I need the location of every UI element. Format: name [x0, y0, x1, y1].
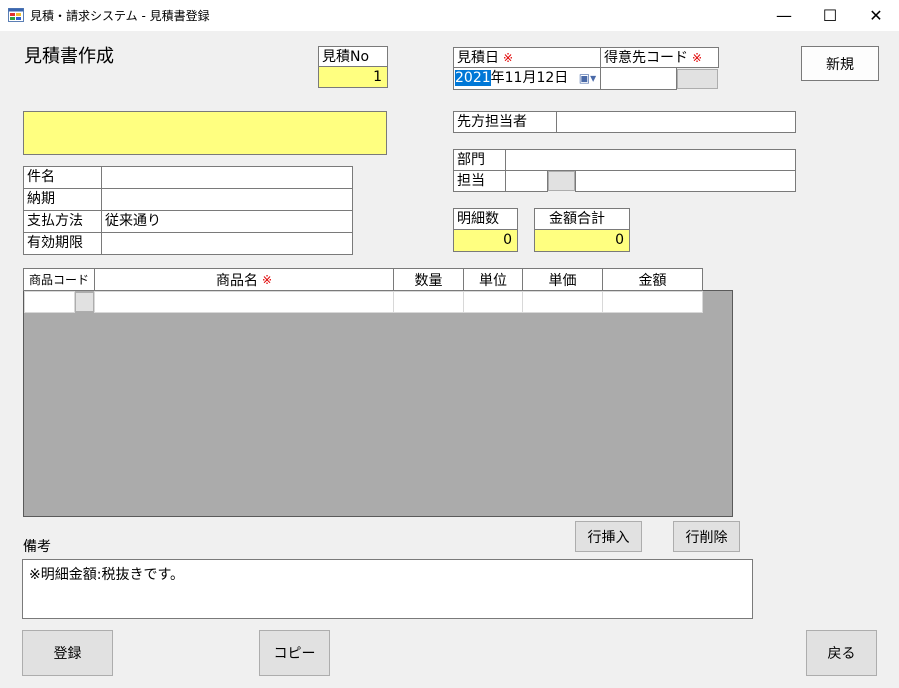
line-count-label: 明細数 [453, 208, 518, 230]
delivery-label: 納期 [23, 188, 102, 211]
copy-button[interactable]: コピー [259, 630, 330, 676]
maximize-button[interactable]: ☐ [807, 0, 853, 31]
column-header-product-name[interactable]: 商品名 ※ [94, 268, 394, 291]
column-header-unit-price[interactable]: 単価 [522, 268, 603, 291]
maximize-icon: ☐ [822, 6, 838, 25]
close-button[interactable]: ✕ [853, 0, 899, 31]
line-count-value: 0 [453, 229, 518, 252]
staff-label: 担当 [453, 170, 506, 192]
close-icon: ✕ [869, 6, 883, 25]
estimate-no-field[interactable]: 1 [318, 66, 388, 88]
subject-label: 件名 [23, 166, 102, 189]
estimate-no-label: 見積No [318, 46, 388, 67]
minimize-icon: — [776, 6, 792, 25]
insert-row-button[interactable]: 行挿入 [575, 521, 642, 552]
valid-until-label: 有効期限 [23, 232, 102, 255]
department-label: 部門 [453, 149, 506, 171]
valid-until-input[interactable] [101, 232, 353, 255]
grid-cell-unit[interactable] [463, 291, 523, 313]
column-header-product-code[interactable]: 商品コード [23, 268, 95, 291]
subject-input[interactable] [101, 166, 353, 189]
total-amount-value: 0 [534, 229, 630, 252]
delete-row-button[interactable]: 行削除 [673, 521, 740, 552]
column-header-unit[interactable]: 単位 [463, 268, 523, 291]
window-title: 見積・請求システム - 見積書登録 [30, 9, 210, 23]
minimize-button[interactable]: — [761, 0, 807, 31]
staff-search-button[interactable] [548, 171, 575, 191]
payment-method-label: 支払方法 [23, 210, 102, 233]
estimate-date-year: 2021 [455, 70, 491, 86]
grid-cell-unit-price[interactable] [522, 291, 603, 313]
grid-cell-product-name[interactable] [94, 291, 394, 313]
grid-cell-product-code[interactable] [24, 291, 75, 313]
estimate-date-picker[interactable]: 2021年11月12日 ▣▾ [453, 67, 601, 90]
calendar-dropdown-icon[interactable]: ▣▾ [579, 71, 596, 85]
customer-search-button[interactable] [677, 69, 718, 89]
staff-name-field [575, 170, 796, 192]
customer-code-input[interactable] [600, 67, 677, 90]
page-title: 見積書作成 [24, 46, 114, 67]
staff-code-input[interactable] [505, 170, 548, 192]
app-icon [8, 8, 24, 22]
new-button[interactable]: 新規 [801, 46, 879, 81]
grid-cell-quantity[interactable] [393, 291, 464, 313]
grid-product-search-button[interactable] [75, 292, 94, 312]
column-header-amount[interactable]: 金額 [602, 268, 703, 291]
column-header-quantity[interactable]: 数量 [393, 268, 464, 291]
contact-person-input[interactable] [556, 111, 796, 133]
customer-name-field[interactable] [23, 111, 387, 155]
register-button[interactable]: 登録 [22, 630, 113, 676]
line-items-grid[interactable] [23, 290, 733, 517]
total-amount-label: 金額合計 [534, 208, 630, 230]
grid-cell-amount[interactable] [602, 291, 703, 313]
estimate-date-rest: 年11月12日 [490, 70, 569, 86]
remarks-textarea[interactable]: ※明細金額:税抜きです。 [22, 559, 753, 619]
payment-method-input[interactable]: 従来通り [101, 210, 353, 233]
customer-code-label: 得意先コード ※ [600, 47, 719, 68]
delivery-input[interactable] [101, 188, 353, 211]
remarks-label: 備考 [23, 539, 51, 555]
contact-person-label: 先方担当者 [453, 111, 557, 133]
back-button[interactable]: 戻る [806, 630, 877, 676]
estimate-date-label: 見積日 ※ [453, 47, 601, 68]
department-input[interactable] [505, 149, 796, 171]
